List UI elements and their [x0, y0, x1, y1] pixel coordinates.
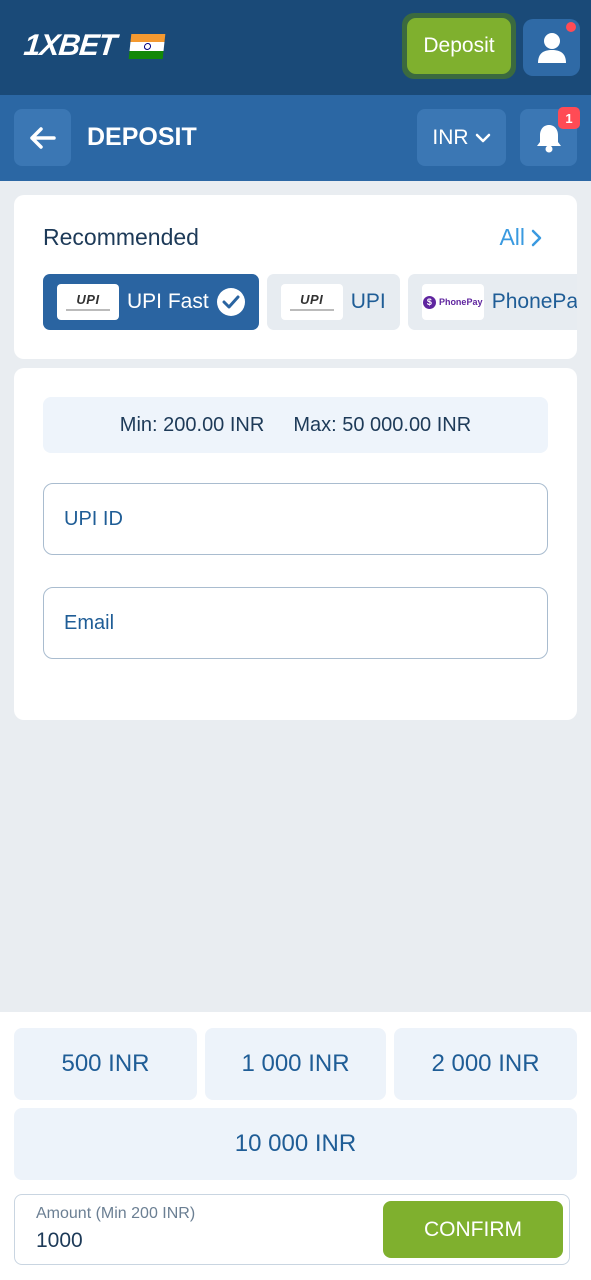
quick-amount-chip[interactable]: 500 INR	[14, 1028, 197, 1100]
currency-label: INR	[432, 125, 469, 149]
all-methods-link[interactable]: All	[499, 224, 543, 251]
method-upi-fast[interactable]: UPI UPI Fast	[43, 274, 259, 330]
header-deposit-label: Deposit	[407, 18, 511, 74]
all-label: All	[499, 224, 525, 250]
user-icon	[537, 32, 566, 63]
notification-count-badge: 1	[558, 107, 580, 129]
amount-panel: 500 INR 1 000 INR 2 000 INR 10 000 INR A…	[0, 1012, 591, 1280]
confirm-button[interactable]: CONFIRM	[383, 1201, 563, 1258]
recommended-title: Recommended	[43, 224, 199, 250]
quick-amount-chip[interactable]: 1 000 INR	[205, 1028, 386, 1100]
page-header: DEPOSIT INR 1	[0, 95, 591, 181]
upi-logo-icon: UPI	[280, 284, 343, 320]
notifications-button[interactable]: 1	[520, 107, 580, 166]
currency-selector[interactable]: INR	[417, 109, 506, 166]
amount-input[interactable]: Amount (Min 200 INR) 1000 CONFIRM	[14, 1194, 570, 1265]
method-label: UPI	[350, 290, 386, 313]
amount-label: Amount (Min 200 INR)	[36, 1205, 196, 1222]
arrow-left-icon	[29, 126, 56, 149]
min-limit: Min: 200.00 INR	[119, 413, 265, 436]
method-label: PhonePay	[491, 290, 577, 313]
page-title: DEPOSIT	[87, 123, 197, 151]
upi-id-input[interactable]	[43, 483, 548, 555]
check-circle-icon	[216, 288, 245, 316]
chevron-down-icon	[475, 133, 490, 142]
profile-button[interactable]	[523, 19, 580, 76]
amount-value[interactable]: 1000	[36, 1229, 83, 1253]
method-label: UPI Fast	[127, 290, 209, 313]
phonepay-logo-icon: $ PhonePay	[421, 284, 484, 320]
brand-logo[interactable]: 1XBET	[22, 29, 166, 62]
notification-dot	[566, 22, 576, 32]
back-button[interactable]	[14, 109, 71, 166]
method-upi[interactable]: UPI UPI	[266, 274, 400, 330]
header-deposit-button[interactable]: Deposit	[402, 13, 516, 79]
email-input[interactable]	[43, 587, 548, 659]
quick-amount-chip[interactable]: 10 000 INR	[14, 1108, 577, 1180]
india-flag-icon	[128, 33, 166, 59]
payment-methods-list: UPI UPI Fast UPI UPI $ PhonePay PhonePa	[43, 274, 577, 330]
recommended-card: Recommended All UPI UPI Fast UPI UPI $ P…	[14, 195, 577, 359]
upi-logo-icon: UPI	[57, 284, 119, 320]
chevron-right-icon	[531, 229, 542, 246]
max-limit: Max: 50 000.00 INR	[293, 413, 472, 436]
method-phonepay[interactable]: $ PhonePay PhonePay	[407, 274, 577, 330]
logo-text: 1XBET	[22, 29, 118, 62]
deposit-form-card: Min: 200.00 INR Max: 50 000.00 INR	[14, 368, 577, 720]
top-header: 1XBET Deposit	[0, 0, 591, 95]
deposit-limits: Min: 200.00 INR Max: 50 000.00 INR	[43, 397, 548, 453]
quick-amount-chip[interactable]: 2 000 INR	[394, 1028, 577, 1100]
